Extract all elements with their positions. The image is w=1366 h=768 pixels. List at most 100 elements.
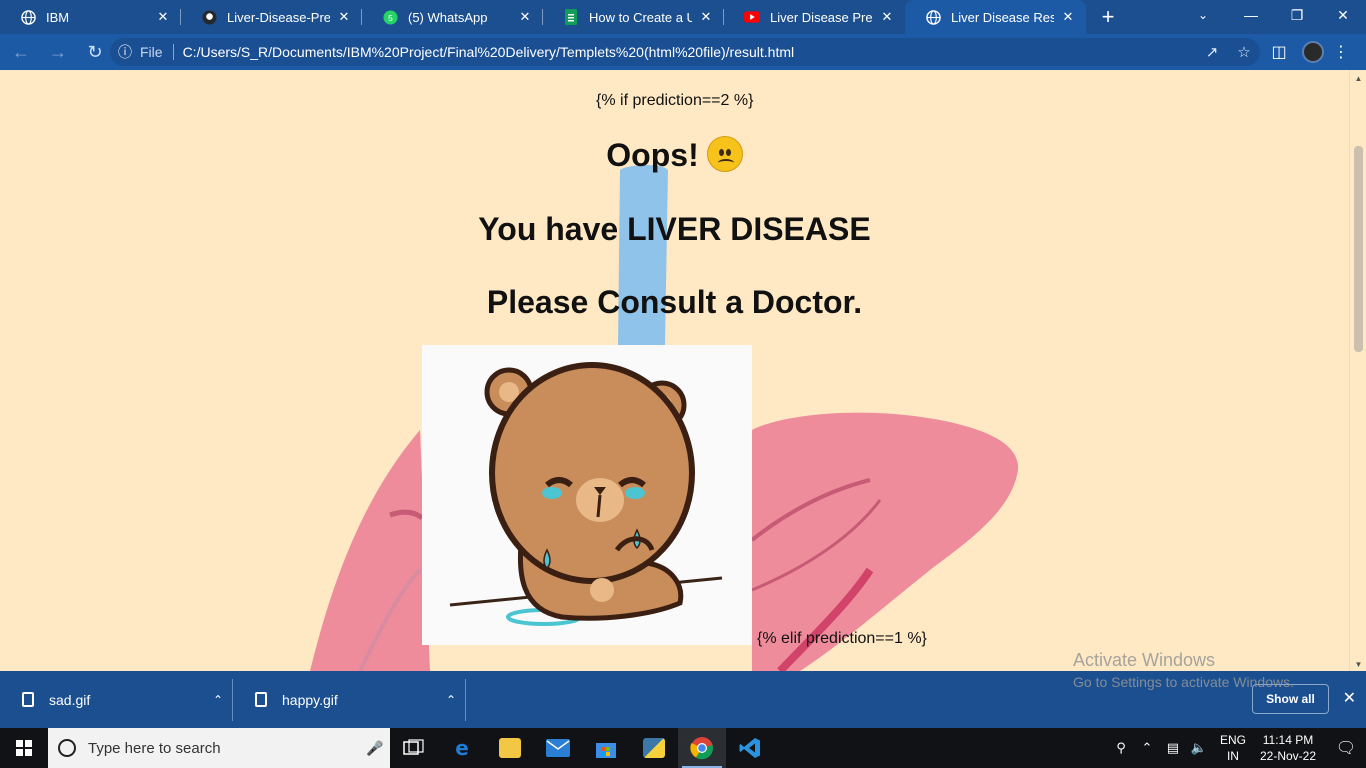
close-icon[interactable]: ✕ [1343, 688, 1356, 708]
edge-icon[interactable]: e [438, 728, 486, 768]
close-icon[interactable]: ✕ [879, 9, 895, 25]
youtube-icon [744, 9, 760, 25]
mail-icon[interactable] [534, 728, 582, 768]
volume-icon[interactable]: 🔈 [1186, 740, 1212, 756]
download-item[interactable]: sad.gif ⌃ [0, 671, 233, 728]
language-indicator[interactable]: ENG IN [1220, 732, 1246, 764]
watermark-subtitle: Go to Settings to activate Windows. [1073, 674, 1294, 690]
tab-whatsapp[interactable]: 5 (5) WhatsApp ✕ [362, 0, 543, 34]
chevron-up-icon[interactable]: ⌃ [436, 693, 466, 707]
close-window-button[interactable]: ✕ [1320, 0, 1366, 30]
clock-date: 22-Nov-22 [1259, 749, 1316, 763]
task-view-icon[interactable] [390, 728, 438, 768]
people-icon[interactable]: ⚲ [1108, 740, 1134, 756]
language-code: ENG [1219, 733, 1246, 747]
new-tab-button[interactable]: + [1086, 0, 1130, 34]
address-bar[interactable]: ⓘ File C:/Users/S_R/Documents/IBM%20Proj… [110, 38, 1260, 66]
taskbar-search-box[interactable]: Type here to search 🎤 [48, 728, 390, 768]
restore-button[interactable]: ❐ [1274, 0, 1320, 30]
page-scrollbar[interactable]: ▲ ▼ [1349, 70, 1366, 671]
python-idle-icon[interactable] [630, 728, 678, 768]
consult-doctor-heading: Please Consult a Doctor. [486, 284, 863, 320]
tab-github[interactable]: Liver-Disease-Predictio ✕ [181, 0, 362, 34]
tab-youtube[interactable]: Liver Disease Predictio ✕ [724, 0, 905, 34]
github-icon [201, 9, 217, 25]
whatsapp-icon: 5 [382, 9, 398, 25]
globe-icon [20, 9, 36, 25]
tab-title: Liver Disease Result [951, 9, 1054, 25]
file-explorer-icon[interactable] [486, 728, 534, 768]
chrome-icon[interactable] [678, 728, 726, 768]
tab-title: (5) WhatsApp [408, 9, 488, 25]
scroll-down-icon[interactable]: ▼ [1350, 660, 1366, 669]
template-elif-tag: {% elif prediction==1 %} [757, 630, 927, 647]
scheme-label: File [140, 44, 163, 60]
bookmark-star-icon[interactable]: ☆ [1228, 43, 1260, 61]
chevron-up-icon[interactable]: ⌃ [203, 693, 233, 707]
close-icon[interactable]: ✕ [698, 9, 714, 25]
system-tray: ⚲ ⌃ ▤ 🔈 ENG IN 11:14 PM 22-Nov-22 🗨 [1108, 728, 1366, 768]
download-filename: happy.gif [282, 691, 338, 708]
crying-bear-icon [449, 362, 723, 626]
profile-avatar[interactable] [1302, 41, 1324, 63]
window-controls: — ❐ ✕ [1228, 0, 1366, 30]
url-text[interactable]: C:/Users/S_R/Documents/IBM%20Project/Fin… [183, 44, 1196, 60]
globe-icon [925, 9, 941, 25]
tab-search-chevron-icon[interactable]: ⌄ [1188, 0, 1218, 30]
crying-bear-image [422, 345, 752, 645]
share-icon[interactable]: ↗ [1196, 43, 1228, 61]
divider [172, 44, 174, 60]
minimize-button[interactable]: — [1228, 0, 1274, 30]
windows-logo-icon [16, 740, 32, 756]
svg-text:5: 5 [388, 12, 393, 22]
download-item[interactable]: happy.gif ⌃ [233, 671, 466, 728]
close-icon[interactable]: ✕ [336, 9, 352, 25]
network-icon[interactable]: ▤ [1160, 740, 1186, 756]
download-filename: sad.gif [49, 691, 91, 708]
svg-text:e: e [455, 737, 469, 759]
template-if-tag: {% if prediction==2 %} [596, 92, 754, 109]
oops-text: Oops! [606, 137, 699, 173]
scroll-up-icon[interactable]: ▲ [1350, 74, 1366, 83]
tab-title: IBM [46, 9, 70, 25]
docs-icon [563, 9, 579, 25]
vscode-icon[interactable] [726, 728, 774, 768]
clock-time: 11:14 PM [1262, 733, 1314, 747]
side-panel-icon[interactable]: ◫ [1262, 36, 1296, 68]
tab-ibm[interactable]: IBM ✕ [0, 0, 181, 34]
toolbar-right: ◫ ⋮ [1262, 36, 1358, 68]
sad-face-icon [706, 136, 743, 172]
close-icon[interactable]: ✕ [1060, 9, 1076, 25]
diagnosis-heading: You have LIVER DISEASE [478, 211, 871, 247]
tab-docs[interactable]: How to Create a User ✕ [543, 0, 724, 34]
menu-icon[interactable]: ⋮ [1324, 36, 1358, 68]
forward-button[interactable]: → [42, 36, 74, 68]
tab-liver-disease-result[interactable]: Liver Disease Result ✕ [905, 0, 1086, 34]
file-icon [22, 692, 34, 707]
clock[interactable]: 11:14 PM 22-Nov-22 [1260, 732, 1316, 764]
cortana-icon [58, 739, 76, 757]
region-code: IN [1226, 749, 1239, 763]
tab-title: Liver-Disease-Predictio [227, 9, 330, 25]
microphone-icon[interactable]: 🎤 [360, 740, 390, 757]
tab-strip: IBM ✕ Liver-Disease-Predictio ✕ 5 (5) Wh… [0, 0, 1366, 34]
info-icon[interactable]: ⓘ [110, 42, 140, 62]
start-button[interactable] [0, 728, 48, 768]
close-icon[interactable]: ✕ [517, 9, 533, 25]
store-icon[interactable] [582, 728, 630, 768]
reload-button[interactable]: ↻ [79, 36, 111, 68]
close-icon[interactable]: ✕ [155, 9, 171, 25]
browser-toolbar: ← → ↻ ⓘ File C:/Users/S_R/Documents/IBM%… [0, 34, 1366, 70]
watermark-title: Activate Windows [1073, 650, 1216, 670]
file-icon [255, 692, 267, 707]
tab-title: How to Create a User [589, 9, 692, 25]
scrollbar-thumb[interactable] [1354, 146, 1363, 352]
chevron-up-icon[interactable]: ⌃ [1134, 740, 1160, 756]
activate-windows-watermark: Activate Windows Go to Settings to activ… [1073, 650, 1294, 690]
back-button[interactable]: ← [5, 36, 37, 68]
windows-taskbar: Type here to search 🎤 e ⚲ ⌃ ▤ 🔈 ENG IN 1… [0, 728, 1366, 768]
oops-heading: Oops! [0, 136, 1349, 174]
notification-icon[interactable]: 🗨 [1326, 738, 1366, 758]
search-placeholder: Type here to search [88, 739, 221, 757]
page-content: {% if prediction==2 %} Oops! You have LI… [0, 70, 1349, 671]
